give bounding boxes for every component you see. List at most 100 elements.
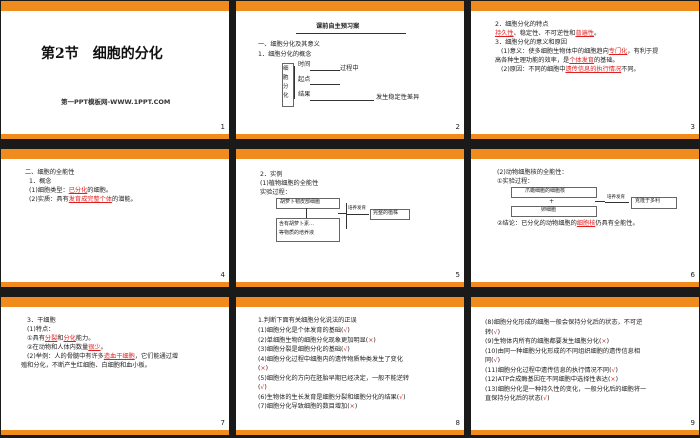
slide-number: 1 <box>220 123 225 131</box>
slide-bottom-bar <box>471 134 699 139</box>
line-2: 持久性、稳定性、不可逆性和普遍性。 <box>495 30 601 37</box>
line-3: 实验过程： <box>260 189 291 196</box>
answer-text: 专门化 <box>608 48 628 55</box>
slide-thumbnail-9[interactable]: (8)细胞分化形成的细胞一般会保持分化后的状态，不可逆 转(√) (9)生物体内所有… <box>471 297 699 435</box>
answer-text: 细胞核 <box>576 220 596 227</box>
slide-thumbnail-5[interactable]: 2．实例 (1)植物细胞的全能性 实验过程： 胡萝卜韧皮部细胞 含有胡萝卜素… … <box>236 149 464 287</box>
row-time: 时间 <box>298 61 311 68</box>
line-2: ①实验过程： <box>497 178 534 185</box>
slide-top-bar <box>1 297 229 307</box>
question-heading: 1.判断下面有关细胞分化说法的正误 <box>258 317 357 324</box>
answer-text: 分裂 <box>44 335 58 342</box>
slide-thumbnail-4[interactable]: 二、细胞的全能性 1．概念 (1)细胞类型：已分化的细胞。 (2)实质：具有发育… <box>1 149 229 287</box>
slide-number: 8 <box>455 419 460 427</box>
line-6: 殖和分化，不断产生红细胞、白细胞和血小板。 <box>21 362 151 369</box>
answer-text: 遗传信息的执行情况 <box>565 66 622 73</box>
answer-text: 造血干细胞 <box>103 353 135 360</box>
slide-top-bar <box>236 1 464 11</box>
slide-thumbnail-6[interactable]: (2)动物细胞核的全能性： ①实验过程： 爪蟾细胞的细胞核 + 卵细胞 培养发育… <box>471 149 699 287</box>
slide-thumbnail-1[interactable]: 第2节 细胞的分化 第一PPT模板网-WWW.1PPT.COM 1 <box>1 1 229 139</box>
slide-number: 4 <box>220 271 225 279</box>
judgement-item: (12)ATP合成酶基因在不同细胞中选择性表达(×) <box>485 376 618 383</box>
slide-top-bar <box>236 297 464 307</box>
answer-text: 持久性 <box>495 30 514 37</box>
slide-top-bar <box>471 1 699 11</box>
slide-bottom-bar <box>471 282 699 287</box>
judgement-item: (2)单细胞生物的细胞分化现象更加明显(×) <box>258 336 376 344</box>
slide-thumbnail-8[interactable]: 1.判断下面有关细胞分化说法的正误 (1)细胞分化是个体发育的基础(√) (2)单… <box>236 297 464 435</box>
judgement-item: (13)细胞分化是一种持久性的变化，一般分化后的细胞将一 <box>485 385 647 393</box>
slide-bottom-bar <box>1 430 229 435</box>
arrow-line <box>347 214 369 215</box>
bracket-line <box>294 66 295 99</box>
arrow-label: 培养发育 <box>348 206 366 211</box>
answer-text: 分化 <box>63 335 76 342</box>
judgement-item: (×) <box>258 365 269 372</box>
line-2: 1．概念 <box>29 178 52 185</box>
slide-top-bar <box>471 297 699 307</box>
answer-text: 很少 <box>88 344 101 351</box>
judgement-item: (9)生物体内所有的细胞都要发生细胞分化(×) <box>485 338 609 345</box>
slide-top-bar <box>1 149 229 159</box>
judgement-item: (5)细胞分化的方向在胚胎早期已经决定，一般不能逆转 <box>258 374 410 382</box>
connector-line <box>306 208 307 218</box>
slide-number: 5 <box>455 271 460 279</box>
connector-line <box>346 203 347 229</box>
row-time-suffix: 过程中 <box>340 65 359 72</box>
slide-subtitle: 第一PPT模板网-WWW.1PPT.COM <box>61 98 171 106</box>
arrow-label: 培养发育 <box>607 195 625 200</box>
answer-text: 普遍性 <box>575 30 594 37</box>
judgement-item: 同(√) <box>485 357 500 364</box>
answer-text: 已分化 <box>68 187 88 194</box>
answer-text: 发育成完整个体 <box>68 196 113 203</box>
judgement-item: (6)生物体的生长发育是细胞分裂和细胞分化的结果(√) <box>258 393 406 401</box>
concept-label: 细胞分化 <box>283 66 289 99</box>
slide-number: 3 <box>690 123 695 131</box>
plus-sign: + <box>549 198 555 205</box>
slide-number: 9 <box>690 419 695 427</box>
slide-bottom-bar <box>236 430 464 435</box>
slide-number: 7 <box>220 419 225 427</box>
blank-line-3 <box>310 100 374 101</box>
line-1: (2)动物细胞核的全能性： <box>497 169 568 176</box>
slide-thumbnail-7[interactable]: 3．干细胞 (1)特点： ①具有分裂和分化能力。 ②在动物和人体内数量很少。 (… <box>1 297 229 435</box>
judgement-item: (10)由同一种细胞分化形成的不同组织细胞的遗传信息相 <box>485 347 641 355</box>
header-underline <box>296 33 406 34</box>
blank-line-2 <box>310 84 340 85</box>
line-2: (1)植物细胞的全能性 <box>260 180 319 187</box>
line-1: 2．实例 <box>260 171 283 178</box>
judgement-item: (4)细胞分化过程中细胞内的遗传物质种类发生了变化 <box>258 355 403 363</box>
judgement-item: (8)细胞分化形成的细胞一般会保持分化后的状态，不可逆 <box>485 319 643 326</box>
slide-header: 课前自主预习案 <box>316 23 360 30</box>
egg-label: 卵细胞 <box>541 207 557 213</box>
slide-bottom-bar <box>1 134 229 139</box>
clone-label: 克隆于多利 <box>635 198 661 204</box>
slide-bottom-bar <box>236 282 464 287</box>
result-label: 完整的植株 <box>373 210 399 216</box>
row-result-suffix: 发生稳定性差异 <box>376 94 420 101</box>
line-3: ②结论：已分化的动物细胞的细胞核仍具有全能性。 <box>497 220 639 227</box>
line-1: 二、细胞的全能性 <box>25 169 75 176</box>
slide-number: 6 <box>690 271 695 279</box>
line-4: ②在动物和人体内数量很少。 <box>27 344 107 351</box>
slide-top-bar <box>236 149 464 159</box>
line-3: 3．细胞分化的意义和原因 <box>495 39 567 46</box>
judgement-item: (√) <box>258 384 267 391</box>
slide-thumbnail-3[interactable]: 2．细胞分化的特点 持久性、稳定性、不可逆性和普遍性。 3．细胞分化的意义和原因… <box>471 1 699 139</box>
line-4: (2)实质：具有发育成完整个体的潜能。 <box>29 196 137 203</box>
judgement-item: 转(√) <box>485 328 500 336</box>
slide-top-bar <box>1 1 229 11</box>
row-result: 结果 <box>298 91 311 98</box>
line-5: (2)举例：人的骨髓中有许多造血干细胞，它们能通过增 <box>27 353 179 360</box>
line-1: 2．细胞分化的特点 <box>495 21 549 28</box>
medium-label-1: 含有胡萝卜素… <box>279 221 315 227</box>
line-5: 高各种生理功能的效率，是个体发育的基础。 <box>495 57 619 64</box>
line-3: (1)细胞类型：已分化的细胞。 <box>29 187 113 194</box>
slide-number: 2 <box>455 123 460 131</box>
slide-thumbnail-2[interactable]: 课前自主预习案 一、细胞分化及其意义 1．细胞分化的概念 细胞分化 时间 过程中… <box>236 1 464 139</box>
line-6: (2)原因：不同的细胞中遗传信息的执行情况不同。 <box>501 66 640 73</box>
judgement-item: (11)细胞分化过程中遗传信息的执行情况不同(√) <box>485 366 618 374</box>
row-origin: 起点 <box>298 76 311 83</box>
judgement-item: 直保持分化后的状态(√) <box>485 395 550 402</box>
medium-label-2: 等物质的培养液 <box>279 230 315 236</box>
